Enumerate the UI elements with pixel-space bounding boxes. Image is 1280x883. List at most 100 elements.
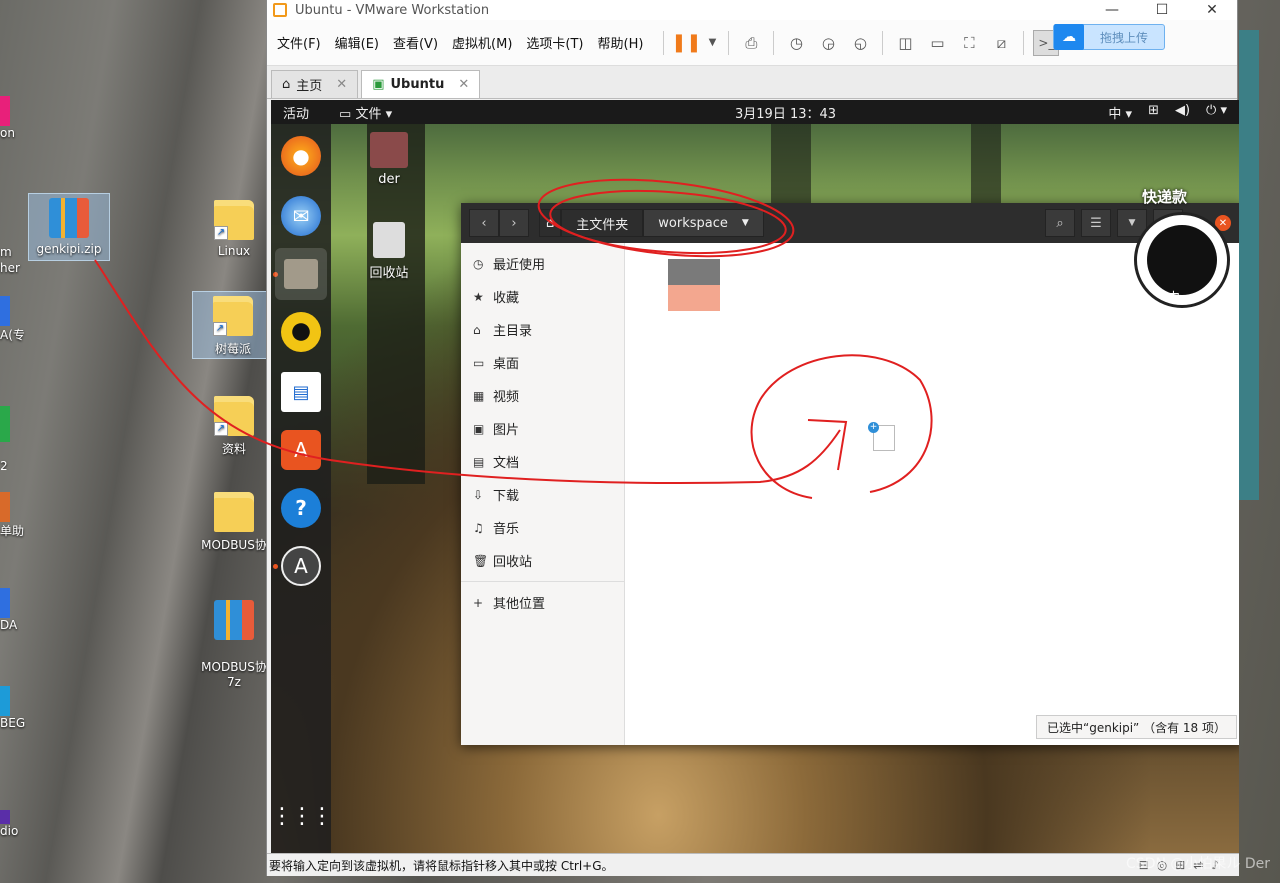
breadcrumb-home[interactable]: 主文件夹 [561,209,644,237]
back-button[interactable]: ‹ [469,209,499,237]
toolbar-separator [882,30,884,55]
show-apps-icon[interactable]: ⋮⋮⋮ [271,796,333,836]
zip-archive-icon [214,600,254,640]
host-icon-materials[interactable]: ↗ 资料 [194,396,274,457]
host-icon-modbus-folder[interactable]: MODBUS协 [194,492,274,553]
guest-screen[interactable]: 活动 ▭ 文件 ▾ 3月19日 13：43 中 ▾ ⊞ ◀) ⏻ ▾ ● ✉ ▤… [271,100,1239,853]
app-icon [0,296,10,326]
host-fragment-2[interactable]: m her [0,244,30,280]
tab-home[interactable]: ⌂ 主页 ✕ [271,70,359,98]
power-icon[interactable]: ⏻ ▾ [1206,103,1227,122]
libreoffice-writer-icon[interactable]: ▤ [281,372,321,412]
sidebar-item-videos[interactable]: ▦ 视频 [461,379,624,412]
activities-button[interactable]: 活动 [283,103,309,122]
minimize-icon[interactable]: — [1087,2,1137,18]
help-icon[interactable]: ? [281,488,321,528]
software-updater-icon[interactable]: A [281,546,321,586]
input-method[interactable]: 中 ▾ [1108,103,1132,122]
desktop-icon-home[interactable]: der [359,132,419,187]
forward-button[interactable]: › [499,209,529,237]
host-fragment-6[interactable]: DA [0,588,30,650]
sidebar-item-other-locations[interactable]: + 其他位置 [461,586,624,619]
rhythmbox-icon[interactable] [281,312,321,352]
chevron-right-icon: › [511,215,517,231]
sidebar-item-trash[interactable]: 🗑 回收站 [461,544,624,577]
tab-close-icon[interactable]: ✕ [458,77,469,92]
menu-vm[interactable]: 虚拟机(M) [452,33,512,52]
host-icon-raspberrypi[interactable]: ↗ 树莓派 [192,291,274,359]
window-title: Ubuntu - VMware Workstation [295,2,490,18]
home-icon[interactable]: ⌂ [539,209,562,237]
folder-icon: ▭ [339,106,356,122]
file-manager-header: ‹ › ⌂ 主文件夹 workspace▼ ⌕ ☰ ▼ ≡ ✕ [461,203,1239,243]
menu-help[interactable]: 帮助(H) [598,33,644,52]
desktop-icon-trash[interactable]: 回收站 [359,222,419,281]
sidebar-item-music[interactable]: ♫ 音乐 [461,511,624,544]
baidu-upload-button[interactable]: ☁ 拖拽上传 [1053,24,1165,50]
host-fragment-4[interactable]: 2 ... [0,390,30,470]
chevron-down-icon: ▼ [741,218,749,228]
fullscreen-icon[interactable]: ⛶ [956,30,982,56]
library-icon[interactable]: ◫ [892,30,918,56]
file-view[interactable]: 已选中“genkipi” （含有 18 项） [625,243,1239,745]
menu-file[interactable]: 文件(F) [277,33,321,52]
selection-status: 已选中“genkipi” （含有 18 项） [1036,715,1237,739]
sidebar-item-downloads[interactable]: ⇩ 下载 [461,478,624,511]
host-icon-modbus-7z[interactable]: MODBUS协 7z [194,586,274,703]
sidebar-item-recent[interactable]: ◷ 最近使用 [461,247,624,280]
host-icon-genkipi-zip[interactable]: genkipi.zip [28,193,110,261]
pause-icon[interactable]: ❚❚ [671,30,701,56]
file-item-blurred[interactable] [668,259,720,311]
trash-icon: 🗑 [473,553,489,568]
drag-document-icon [868,422,895,451]
avatar-caption: 快递款 [1142,188,1188,206]
software-center-icon[interactable]: A [281,430,321,470]
tree-trunk [771,124,811,214]
menu-tabs[interactable]: 选项卡(T) [526,33,583,52]
firefox-icon[interactable]: ● [281,136,321,176]
csdn-watermark: CSDN @小怕果ル Der [1126,856,1270,872]
snapshot-icon[interactable]: ◷ [783,30,809,56]
host-fragment-8[interactable]: dio [0,810,30,850]
sidebar-item-pictures[interactable]: ▣ 图片 [461,412,624,445]
menu-edit[interactable]: 编辑(E) [335,33,379,52]
vmware-status-bar: 要将输入定向到该虚拟机，请将鼠标指针移入其中或按 Ctrl+G。 ⊟ ◎ ⊞ ⇌… [267,853,1239,876]
search-icon[interactable]: ⌕ [1045,209,1075,237]
snapshot-manager-icon[interactable]: ◵ [847,30,873,56]
thunderbird-icon[interactable]: ✉ [281,196,321,236]
clock[interactable]: 3月19日 13：43 [735,103,836,122]
sidebar-item-desktop[interactable]: ▭ 桌面 [461,346,624,379]
tab-ubuntu[interactable]: ▣ Ubuntu ✕ [361,70,481,98]
volume-icon[interactable]: ◀) [1175,103,1190,122]
host-icon-linux[interactable]: ↗ Linux [194,200,274,258]
list-view-icon[interactable]: ☰ [1081,209,1111,237]
maximize-icon[interactable]: ☐ [1137,2,1187,18]
host-fragment-7[interactable]: BEG [0,686,30,748]
chevron-down-icon[interactable]: ▼ [705,30,719,56]
folder-shortcut-icon: ↗ [214,396,254,436]
film-icon: ▦ [473,388,485,403]
host-fragment-3[interactable]: A(专 [0,296,30,358]
close-icon[interactable]: ✕ [1187,2,1237,18]
image-icon: ▣ [473,421,485,436]
app-menu[interactable]: ▭ 文件 ▾ [339,103,392,122]
send-keys-icon[interactable]: ⎙ [738,30,764,56]
unity-icon[interactable]: ⧄ [988,30,1014,56]
files-icon[interactable] [275,248,327,300]
vmware-logo-icon [273,3,287,17]
app-icon [0,406,10,442]
tab-close-icon[interactable]: ✕ [336,77,347,92]
star-icon: ★ [473,289,484,304]
host-fragment-5[interactable]: 单助 [0,492,30,554]
network-icon[interactable]: ⊞ [1148,103,1159,122]
revert-snapshot-icon[interactable]: ◶ [815,30,841,56]
thumbnail-icon[interactable]: ▭ [924,30,950,56]
toolbar-separator [1023,30,1025,55]
sidebar-item-documents[interactable]: ▤ 文档 [461,445,624,478]
app-icon [0,686,10,716]
breadcrumb-workspace[interactable]: workspace ▼ [643,209,764,237]
sidebar-item-home[interactable]: ⌂ 主目录 [461,313,624,346]
menu-view[interactable]: 查看(V) [393,33,438,52]
sidebar-item-starred[interactable]: ★ 收藏 [461,280,624,313]
host-fragment-1[interactable]: on [0,96,30,166]
